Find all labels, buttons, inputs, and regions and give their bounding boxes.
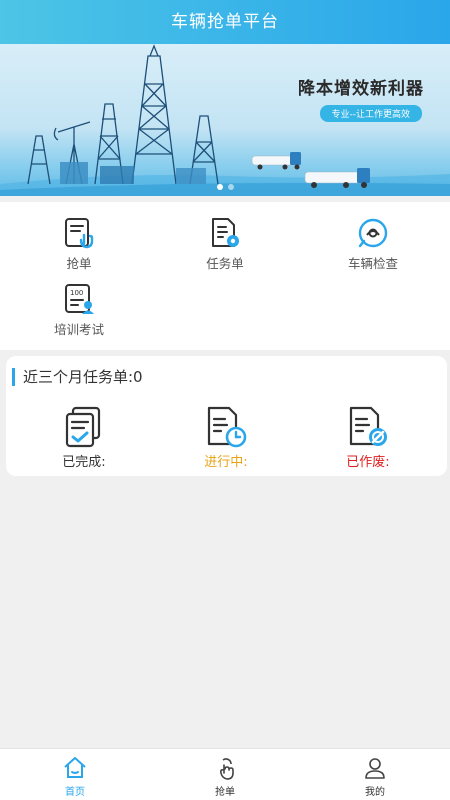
stat-voided[interactable]: 已作废: bbox=[318, 406, 418, 470]
carousel-dot-active[interactable] bbox=[216, 184, 223, 190]
bottom-tab-bar: 首页 抢单 我的 bbox=[0, 748, 450, 800]
menu-item-training-exam[interactable]: 100 培训考试 bbox=[24, 282, 134, 338]
promo-banner[interactable]: 降本增效新利器 专业--让工作更高效 bbox=[0, 44, 450, 196]
training-exam-icon: 100 bbox=[65, 284, 94, 314]
app-header: 车辆抢单平台 bbox=[0, 0, 450, 44]
menu-item-vehicle-check[interactable]: 车辆检查 bbox=[318, 216, 428, 272]
grab-order-icon bbox=[65, 218, 94, 249]
voided-icon bbox=[349, 406, 387, 446]
task-order-icon bbox=[212, 218, 239, 247]
tab-home[interactable]: 首页 bbox=[0, 749, 150, 800]
task-summary-title: 近三个月任务单:0 bbox=[12, 368, 143, 386]
banner-subtitle: 专业--让工作更高效 bbox=[319, 105, 422, 122]
completed-icon bbox=[65, 406, 101, 448]
menu-label: 培训考试 bbox=[53, 322, 104, 337]
svg-text:100: 100 bbox=[70, 289, 83, 297]
tab-label: 我的 bbox=[365, 787, 385, 798]
stat-label: 进行中: bbox=[204, 455, 248, 470]
menu-item-task-order[interactable]: 任务单 bbox=[170, 216, 280, 272]
carousel-indicator bbox=[0, 184, 450, 190]
carousel-dot[interactable] bbox=[227, 184, 234, 190]
stat-in-progress[interactable]: 进行中: bbox=[176, 406, 276, 470]
tab-label: 首页 bbox=[65, 787, 85, 798]
tap-hand-icon bbox=[220, 758, 234, 780]
page-title: 车辆抢单平台 bbox=[171, 12, 279, 32]
tab-label: 抢单 bbox=[215, 787, 235, 798]
home-icon bbox=[64, 757, 86, 778]
tab-mine[interactable]: 我的 bbox=[300, 749, 450, 800]
vehicle-check-icon bbox=[358, 218, 388, 248]
stat-label: 已作废: bbox=[346, 455, 390, 470]
menu-item-grab-order[interactable]: 抢单 bbox=[24, 216, 134, 272]
menu-label: 车辆检查 bbox=[347, 256, 398, 271]
function-menu: 抢单 任务单 车辆检查 100 培训考试 bbox=[0, 202, 450, 350]
in-progress-icon bbox=[207, 406, 247, 448]
user-icon bbox=[365, 758, 385, 779]
stat-completed[interactable]: 已完成: bbox=[34, 406, 134, 470]
banner-title: 降本增效新利器 bbox=[298, 79, 424, 99]
menu-label: 抢单 bbox=[66, 256, 92, 271]
tab-grab-order[interactable]: 抢单 bbox=[150, 749, 300, 800]
stat-label: 已完成: bbox=[62, 455, 106, 470]
task-summary-card: 近三个月任务单:0 已完成: 进行中: 已作废: bbox=[6, 356, 447, 476]
menu-label: 任务单 bbox=[206, 256, 244, 271]
